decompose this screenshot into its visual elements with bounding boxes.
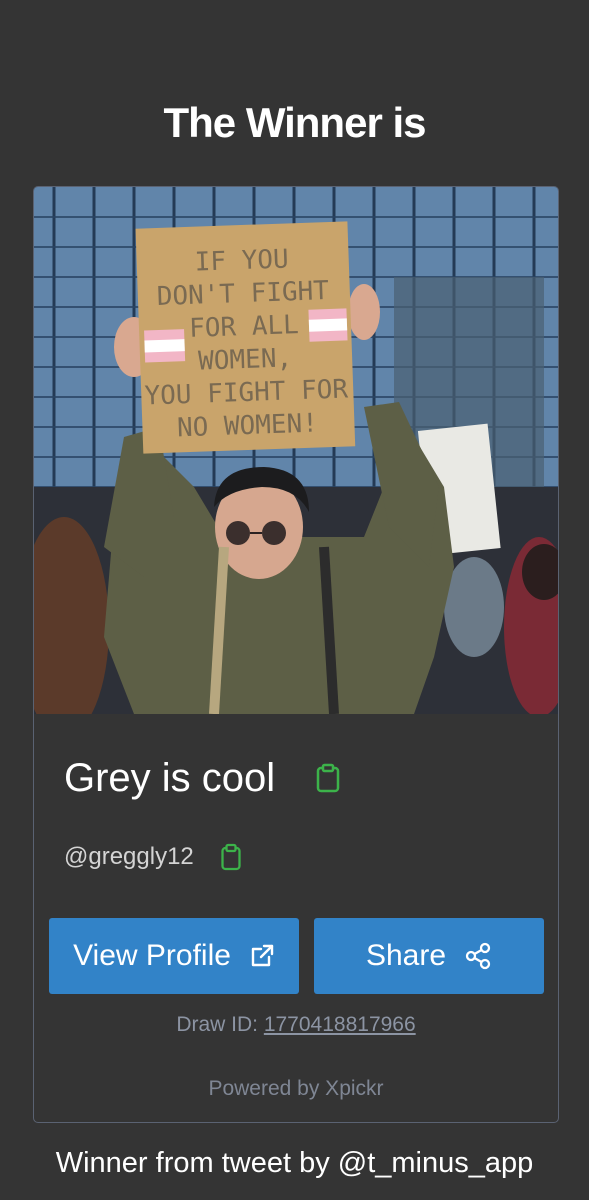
- winner-page: The Winner is IF YOU DON'T FIGHT FOR ALL…: [0, 0, 589, 1200]
- footer-credit: Winner from tweet by @t_minus_app: [55, 1147, 534, 1179]
- draw-id-label: Draw ID:: [176, 1013, 264, 1036]
- sign-line-1: IF YOU: [194, 244, 289, 277]
- winner-name: Grey is cool: [64, 756, 276, 800]
- draw-id: Draw ID: 1770418817966: [34, 1013, 558, 1037]
- external-link-icon: [251, 944, 274, 967]
- view-profile-button[interactable]: View Profile: [49, 918, 299, 994]
- sign-line-4: WOMEN,: [198, 343, 293, 376]
- winner-handle: @greggly12: [64, 843, 194, 870]
- share-label: Share: [365, 939, 447, 972]
- draw-id-link[interactable]: 1770418817966: [264, 1013, 416, 1036]
- sign-line-6: NO WOMEN!: [177, 408, 319, 443]
- winner-name-row: Grey is cool: [64, 753, 341, 803]
- copy-handle-clipboard-icon[interactable]: [220, 843, 242, 871]
- winner-photo: IF YOU DON'T FIGHT FOR ALL WOMEN, YOU FI…: [34, 187, 558, 714]
- share-button[interactable]: Share: [314, 918, 544, 994]
- copy-name-clipboard-icon[interactable]: [315, 763, 341, 793]
- sign-line-3: FOR ALL: [189, 310, 300, 344]
- share-icon: [465, 942, 491, 970]
- page-title: The Winner is: [163, 99, 427, 146]
- winner-handle-row: @greggly12: [64, 839, 242, 875]
- sign-line-2: DON'T FIGHT: [156, 276, 329, 312]
- winner-card: IF YOU DON'T FIGHT FOR ALL WOMEN, YOU FI…: [33, 186, 559, 1123]
- view-profile-label: View Profile: [73, 939, 231, 972]
- powered-by: Powered by Xpickr: [208, 1077, 384, 1100]
